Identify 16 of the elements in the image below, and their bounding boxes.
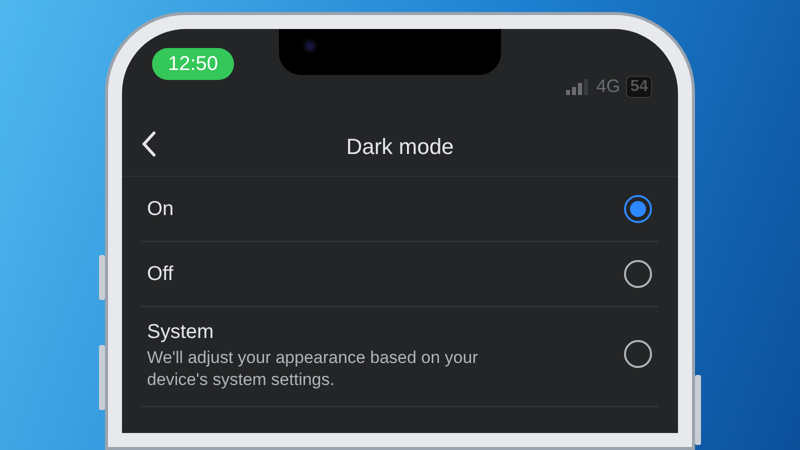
time-label: 12:50 xyxy=(152,48,234,80)
network-label: 4G xyxy=(596,75,620,98)
option-row[interactable]: System We'll adjust your appearance based on your device's system settings. xyxy=(141,307,658,407)
option-label: Off xyxy=(147,262,174,287)
page-title: Dark mode xyxy=(346,133,454,161)
camera-icon xyxy=(303,39,317,53)
option-row[interactable]: On xyxy=(141,177,658,242)
radio-button[interactable] xyxy=(624,340,652,368)
signal-icon xyxy=(566,78,590,94)
option-label: System xyxy=(147,320,215,345)
radio-button[interactable] xyxy=(624,260,652,288)
option-row[interactable]: Off xyxy=(141,242,658,307)
radio-button[interactable] xyxy=(624,195,652,223)
battery-indicator: 54 xyxy=(626,76,652,98)
option-label: On xyxy=(147,197,174,222)
option-description: We'll adjust your appearance based on your device's system settings. xyxy=(147,347,479,391)
